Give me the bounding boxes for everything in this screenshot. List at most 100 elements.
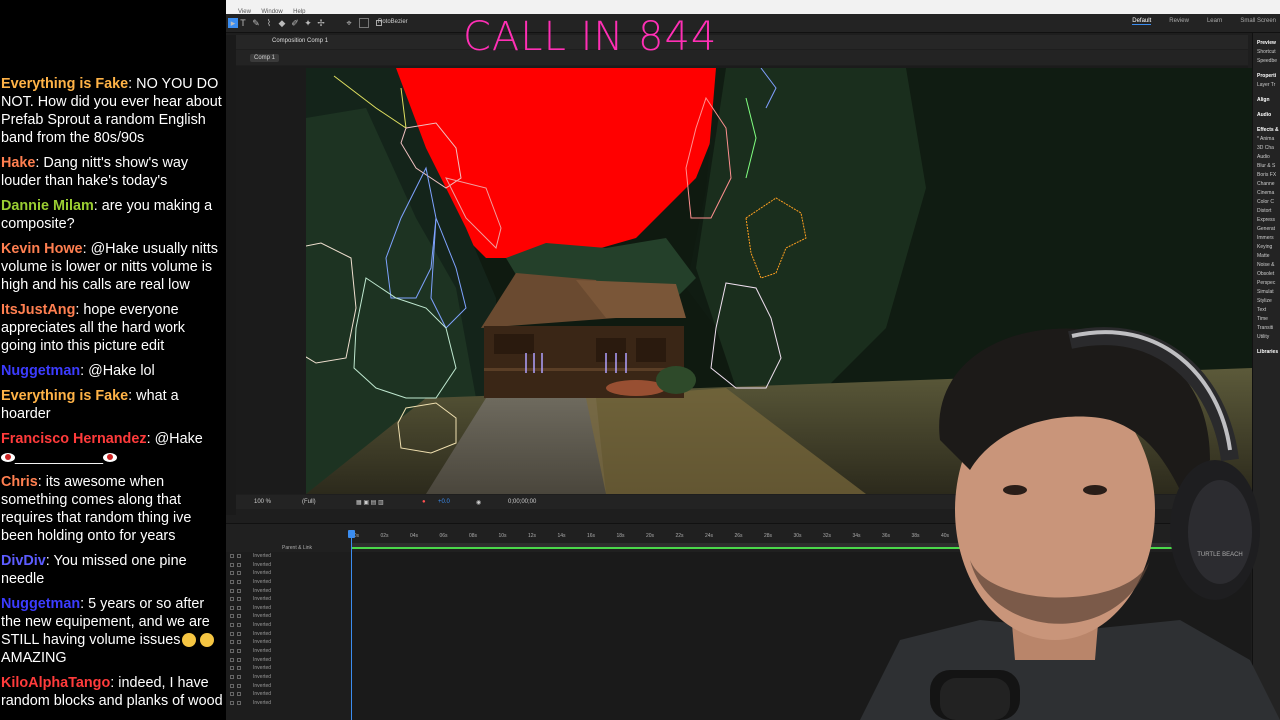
type-tool-icon[interactable]: T (238, 18, 248, 28)
grid-icon[interactable]: ▦ ▣ ▤ ▥ (356, 499, 384, 506)
layer-row[interactable]: Inverted (226, 699, 346, 708)
layer-row[interactable]: Inverted (226, 621, 346, 630)
layer-row[interactable]: Inverted (226, 656, 346, 665)
snapping-icon[interactable]: ⌖ (344, 18, 354, 28)
mask-mode-icon[interactable] (237, 674, 241, 679)
brush-tool-icon[interactable]: ⌇ (264, 18, 274, 28)
panel-item[interactable]: Noise & (1253, 261, 1280, 270)
chat-username[interactable]: KiloAlphaTango (1, 675, 110, 691)
mask-mode-icon[interactable] (237, 683, 241, 688)
panel-item[interactable]: Express (1253, 216, 1280, 225)
panel-item[interactable]: Audio (1253, 153, 1280, 162)
mask-mode-icon[interactable] (237, 554, 241, 558)
panel-item[interactable]: Preview (1253, 39, 1280, 48)
panel-item[interactable]: Cinema (1253, 189, 1280, 198)
chat-username[interactable]: Nuggetman (1, 596, 80, 612)
visibility-toggle-icon[interactable] (230, 554, 234, 558)
workspace-default[interactable]: Default (1132, 18, 1152, 25)
visibility-toggle-icon[interactable] (230, 614, 234, 619)
workspace-small-screen[interactable]: Small Screen (1240, 18, 1276, 25)
roto-brush-tool-icon[interactable]: ✦ (303, 18, 313, 28)
chat-username[interactable]: Kevin Howe (1, 241, 83, 257)
visibility-toggle-icon[interactable] (230, 571, 234, 576)
panel-item[interactable]: Matte (1253, 252, 1280, 261)
visibility-toggle-icon[interactable] (230, 605, 234, 610)
snapping-toggle-icon[interactable] (359, 18, 369, 28)
chat-username[interactable]: Chris (1, 474, 38, 490)
layer-row[interactable]: Inverted (226, 604, 346, 613)
visibility-toggle-icon[interactable] (230, 597, 234, 602)
mask-mode-icon[interactable] (237, 571, 241, 576)
mask-mode-icon[interactable] (237, 666, 241, 671)
panel-item[interactable]: Obsolet (1253, 270, 1280, 279)
layer-row[interactable]: Inverted (226, 664, 346, 673)
layer-row[interactable]: Inverted (226, 638, 346, 647)
layer-row[interactable]: Inverted (226, 630, 346, 639)
panel-item[interactable]: Speedbe (1253, 57, 1280, 66)
mask-mode-icon[interactable] (237, 623, 241, 628)
chat-username[interactable]: Dannie Milam (1, 198, 94, 214)
chat-username[interactable]: Everything is Fake (1, 76, 128, 92)
panel-item[interactable]: Keying (1253, 243, 1280, 252)
mask-mode-icon[interactable] (237, 588, 241, 593)
panel-item[interactable]: Align (1253, 96, 1280, 105)
resolution-dropdown[interactable]: (Full) (302, 499, 316, 505)
chat-username[interactable]: Hake (1, 155, 35, 171)
panel-item[interactable]: Layer Tr (1253, 81, 1280, 90)
comp-chip[interactable]: Comp 1 (250, 54, 280, 62)
mask-mode-icon[interactable] (237, 562, 241, 567)
layer-row[interactable]: Inverted (226, 673, 346, 682)
layer-row[interactable]: Inverted (226, 569, 346, 578)
chat-username[interactable]: Francisco Hernandez (1, 431, 147, 447)
exposure-value[interactable]: +0.0 (438, 499, 450, 505)
visibility-toggle-icon[interactable] (230, 683, 234, 688)
panel-item[interactable]: Audio (1253, 111, 1280, 120)
visibility-toggle-icon[interactable] (230, 631, 234, 636)
panel-item[interactable]: Effects & (1253, 126, 1280, 135)
chat-username[interactable]: ItsJustAng (1, 302, 75, 318)
panel-item[interactable]: Channe (1253, 180, 1280, 189)
zoom-dropdown[interactable]: 100 % (254, 499, 271, 505)
panel-item[interactable]: Simulat (1253, 288, 1280, 297)
layer-row[interactable]: Inverted (226, 647, 346, 656)
panel-item[interactable]: Properti (1253, 72, 1280, 81)
mask-mode-icon[interactable] (237, 700, 241, 705)
pen-tool-icon[interactable]: ✎ (251, 18, 261, 28)
visibility-toggle-icon[interactable] (230, 623, 234, 628)
mask-mode-icon[interactable] (237, 614, 241, 619)
layer-row[interactable]: Inverted (226, 595, 346, 604)
panel-item[interactable]: Color C (1253, 198, 1280, 207)
visibility-toggle-icon[interactable] (230, 640, 234, 645)
tab-composition-comp-1[interactable]: Composition Comp 1 (272, 38, 328, 44)
layer-row[interactable]: Inverted (226, 578, 346, 587)
panel-item[interactable]: Immers (1253, 234, 1280, 243)
panel-item[interactable]: Perspec (1253, 279, 1280, 288)
mask-mode-icon[interactable] (237, 640, 241, 645)
layer-row[interactable]: Inverted (226, 552, 346, 561)
visibility-toggle-icon[interactable] (230, 579, 234, 584)
panel-item[interactable]: Shortcut (1253, 48, 1280, 57)
visibility-toggle-icon[interactable] (230, 700, 234, 705)
chat-username[interactable]: Everything is Fake (1, 388, 128, 404)
mask-mode-icon[interactable] (237, 692, 241, 697)
eraser-tool-icon[interactable]: ✐ (290, 18, 300, 28)
mask-mode-icon[interactable] (237, 597, 241, 602)
visibility-toggle-icon[interactable] (230, 562, 234, 567)
panel-item[interactable]: Blur & S (1253, 162, 1280, 171)
mask-mode-icon[interactable] (237, 649, 241, 654)
panel-item[interactable]: * Anima (1253, 135, 1280, 144)
panel-item[interactable]: Boris FX (1253, 171, 1280, 180)
workspace-learn[interactable]: Learn (1207, 18, 1222, 25)
timecode-display[interactable]: 0;00;00;00 (508, 499, 536, 505)
visibility-toggle-icon[interactable] (230, 674, 234, 679)
layer-row[interactable]: Inverted (226, 690, 346, 699)
workspace-review[interactable]: Review (1169, 18, 1189, 25)
visibility-toggle-icon[interactable] (230, 588, 234, 593)
mask-mode-icon[interactable] (237, 631, 241, 636)
playhead[interactable] (348, 530, 355, 720)
mask-mode-icon[interactable] (237, 657, 241, 662)
clone-tool-icon[interactable]: ◆ (277, 18, 287, 28)
color-channel-icon[interactable]: ● (422, 499, 426, 505)
mask-mode-icon[interactable] (237, 579, 241, 584)
selection-tool-icon[interactable]: ▸ (228, 18, 238, 28)
